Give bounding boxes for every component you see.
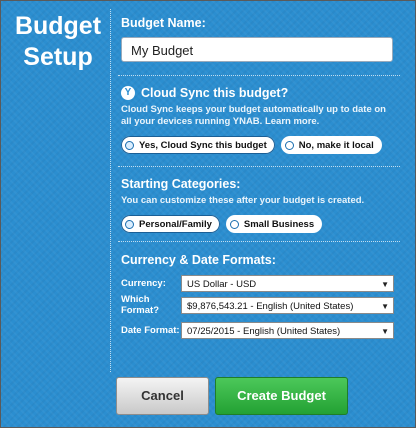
- cloud-sync-section: Y Cloud Sync this budget? Cloud Sync kee…: [121, 85, 397, 154]
- currency-row: Currency: US Dollar - USD ▼: [121, 275, 397, 292]
- categories-description: You can customize these after your budge…: [121, 195, 365, 206]
- date-format-label: Date Format:: [121, 325, 180, 336]
- dropdown-arrow-icon: ▼: [381, 301, 389, 311]
- currency-value: US Dollar - USD: [187, 279, 257, 290]
- radio-label: Small Business: [243, 218, 315, 230]
- cloud-sync-label: Cloud Sync this budget?: [141, 86, 289, 100]
- categories-section: Starting Categories: You can customize t…: [121, 176, 397, 233]
- vertical-divider: [110, 9, 111, 372]
- radio-cloud-sync-no[interactable]: No, make it local: [280, 136, 382, 154]
- dropdown-arrow-icon: ▼: [381, 327, 389, 336]
- cloud-sync-options: Yes, Cloud Sync this budget No, make it …: [121, 136, 397, 154]
- date-format-row: Date Format: 07/25/2015 - English (Unite…: [121, 322, 397, 339]
- radio-label: No, make it local: [298, 139, 374, 151]
- radio-label: Yes, Cloud Sync this budget: [139, 139, 267, 151]
- radio-dot-icon: [229, 219, 239, 229]
- radio-small-business[interactable]: Small Business: [225, 215, 323, 233]
- radio-dot-icon: [284, 140, 294, 150]
- categories-label: Starting Categories:: [121, 177, 241, 191]
- page-title: Budget Setup: [14, 12, 102, 71]
- number-format-value: $9,876,543.21 - English (United States): [187, 300, 354, 312]
- budget-setup-dialog: Budget Setup Budget Name: My Budget Y Cl…: [0, 0, 416, 428]
- budget-name-input[interactable]: My Budget: [121, 37, 393, 62]
- divider: [118, 75, 400, 76]
- date-format-select[interactable]: 07/25/2015 - English (United States) ▼: [181, 322, 394, 339]
- radio-dot-icon: [125, 140, 134, 150]
- radio-personal-family[interactable]: Personal/Family: [121, 215, 220, 233]
- radio-cloud-sync-yes[interactable]: Yes, Cloud Sync this budget: [121, 136, 275, 154]
- divider: [118, 166, 400, 167]
- currency-label: Currency:: [121, 278, 166, 289]
- cloud-sync-title: Y Cloud Sync this budget?: [121, 85, 397, 101]
- categories-options: Personal/Family Small Business: [121, 215, 397, 233]
- radio-label: Personal/Family: [139, 218, 212, 230]
- date-format-value: 07/25/2015 - English (United States): [187, 326, 341, 337]
- currency-select[interactable]: US Dollar - USD ▼: [181, 275, 394, 292]
- number-format-row: Which Format? $9,876,543.21 - English (U…: [121, 294, 397, 316]
- divider: [118, 241, 400, 242]
- number-format-label: Which Format?: [121, 294, 159, 316]
- dropdown-arrow-icon: ▼: [381, 280, 389, 289]
- formats-label: Currency & Date Formats:: [121, 253, 276, 267]
- number-format-select[interactable]: $9,876,543.21 - English (United States) …: [181, 296, 394, 314]
- create-budget-button[interactable]: Create Budget: [215, 377, 348, 415]
- ynab-sync-icon: Y: [121, 86, 135, 100]
- radio-dot-icon: [125, 219, 134, 229]
- cloud-sync-description: Cloud Sync keeps your budget automatical…: [121, 104, 386, 127]
- cancel-button[interactable]: Cancel: [116, 377, 209, 415]
- budget-name-label: Budget Name:: [121, 16, 206, 30]
